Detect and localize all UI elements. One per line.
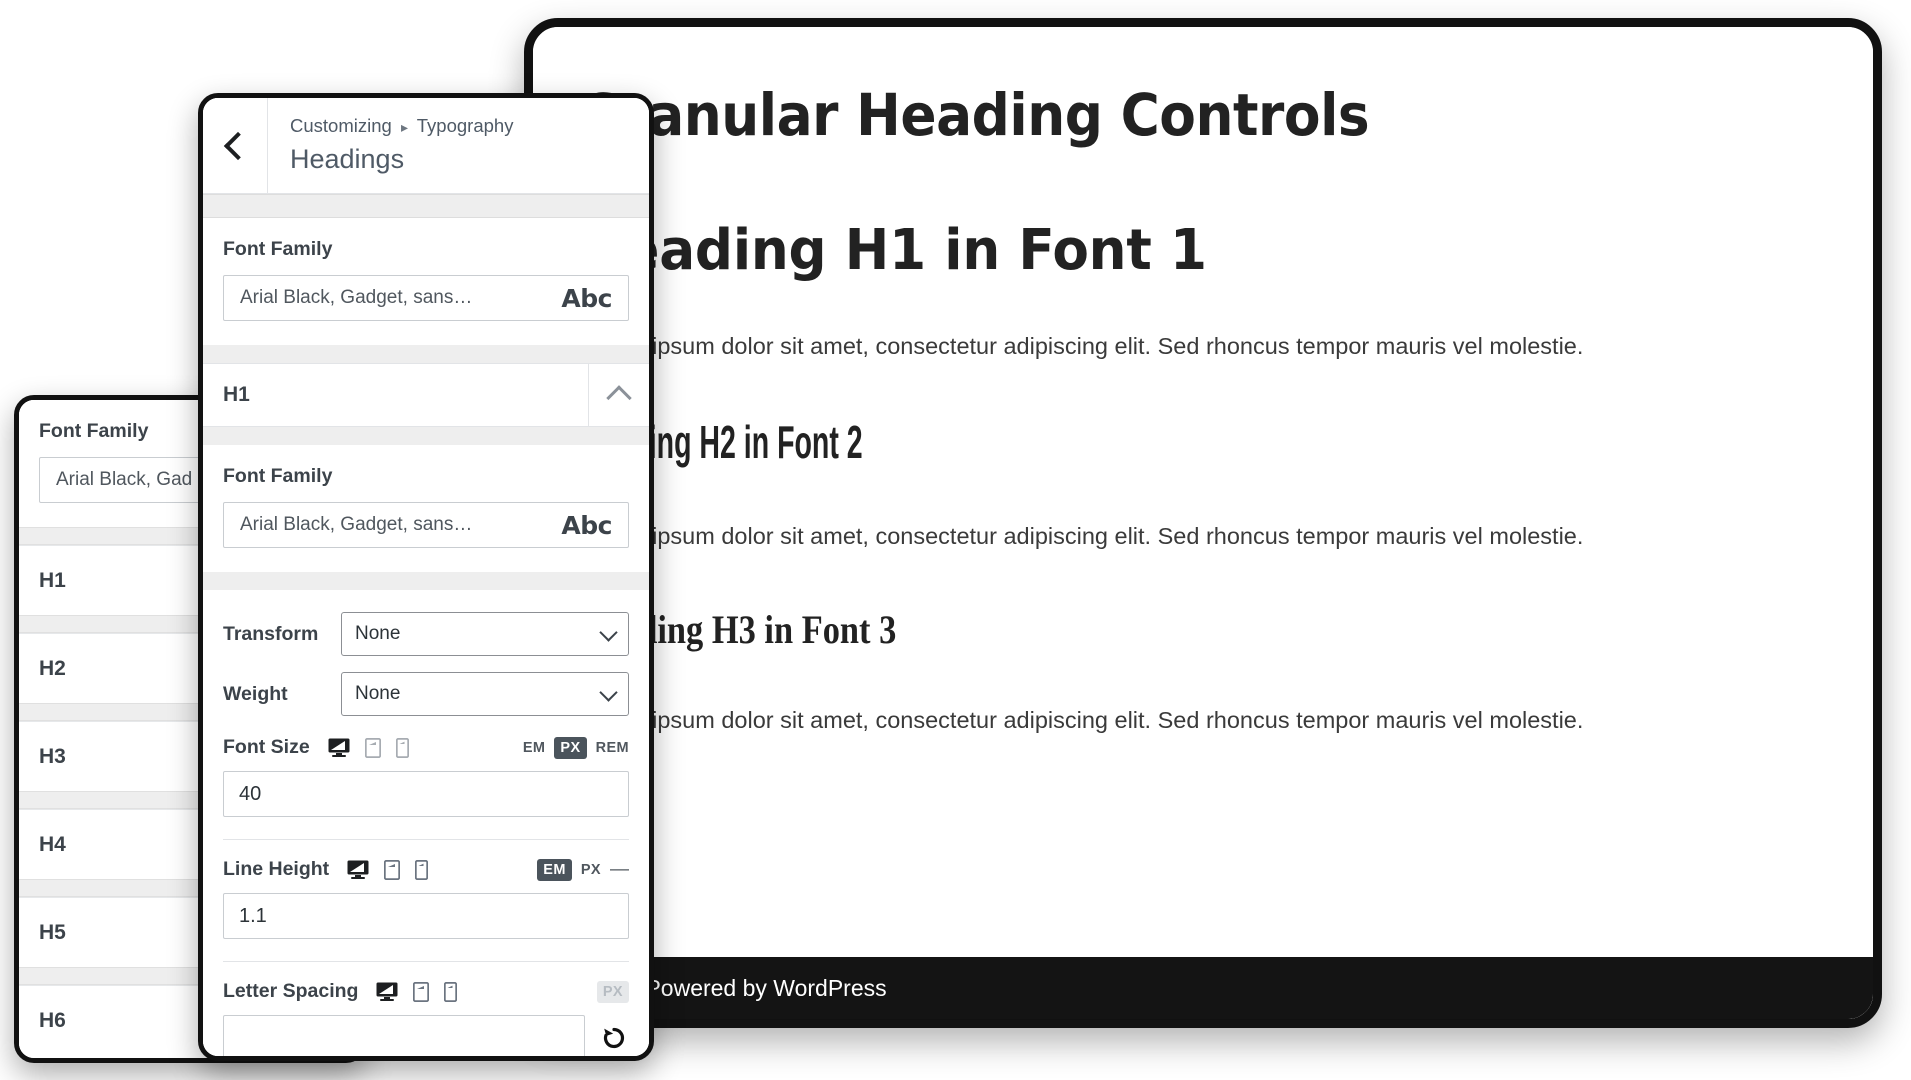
weight-value: None: [355, 683, 401, 704]
h1-font-family-label: Font Family: [223, 465, 333, 487]
unit-px[interactable]: PX: [554, 736, 587, 759]
preview-heading-h2: Heading H2 in Font 2: [579, 415, 863, 468]
font-size-input[interactable]: 40: [223, 771, 629, 817]
site-preview-window: Granular Heading Controls Heading H1 in …: [524, 18, 1882, 1028]
back-button[interactable]: [203, 98, 268, 193]
letter-spacing-unit-group: PX: [596, 980, 629, 1003]
section-gap: [203, 194, 649, 218]
preview-heading-h1: Heading H1 in Font 1: [579, 217, 1207, 283]
font-size-device-group: [328, 737, 409, 758]
chevron-up-icon: [606, 385, 632, 411]
global-font-family-preview: Abc: [561, 283, 612, 313]
line-height-device-group: [347, 859, 429, 880]
unit-px[interactable]: PX: [581, 862, 601, 878]
breadcrumb: Customizing ▸ Typography: [290, 114, 513, 138]
screenshot-stage: Granular Heading Controls Heading H1 in …: [0, 0, 1911, 1080]
accordion-h1-toggle[interactable]: [588, 364, 649, 426]
accordion-h1-label: H1: [223, 383, 250, 406]
headings-panel-inner: Customizing ▸ Typography Headings Font F…: [203, 98, 649, 1056]
letter-spacing-row: [223, 1015, 629, 1056]
customizer-header: Customizing ▸ Typography Headings: [203, 98, 649, 194]
transform-row: Transform None: [223, 612, 629, 656]
mobile-icon[interactable]: [444, 981, 458, 1002]
breadcrumb-separator-icon: ▸: [400, 119, 408, 135]
transform-value: None: [355, 623, 401, 644]
reset-icon[interactable]: [599, 1023, 629, 1053]
section-gap: [203, 427, 649, 445]
unit-em[interactable]: EM: [523, 740, 546, 756]
line-height-label: Line Height: [223, 858, 330, 880]
line-height-input[interactable]: 1.1: [223, 893, 629, 939]
transform-select[interactable]: None: [341, 612, 629, 656]
desktop-icon[interactable]: [376, 982, 398, 1001]
letter-spacing-header: Letter Spacing PX: [223, 980, 629, 1003]
accordion-h1[interactable]: H1: [203, 363, 649, 427]
tablet-icon[interactable]: [384, 859, 401, 880]
chevron-left-icon: [223, 131, 252, 160]
tablet-icon[interactable]: [364, 737, 381, 758]
line-height-unit-group: EM PX —: [537, 858, 629, 881]
chevron-down-icon: [599, 682, 618, 702]
unit-rem[interactable]: REM: [596, 740, 629, 756]
font-size-header: Font Size EM PX REM: [223, 736, 629, 759]
header-text-block: Customizing ▸ Typography Headings: [268, 98, 513, 193]
font-size-label: Font Size: [223, 736, 310, 758]
global-font-family-value: Arial Black, Gadget, sans…: [240, 287, 473, 308]
mobile-icon[interactable]: [415, 859, 429, 880]
page-title: Headings: [290, 144, 405, 175]
preview-heading-h3: Heading H3 in Font 3: [579, 606, 897, 652]
preview-paragraph-1: Lorem ipsum dolor sit amet, consectetur …: [579, 333, 1584, 360]
weight-select[interactable]: None: [341, 672, 629, 716]
preview-paragraph-3: Lorem ipsum dolor sit amet, consectetur …: [579, 706, 1584, 733]
control-divider: [223, 839, 629, 840]
line-height-header: Line Height EM PX —: [223, 858, 629, 881]
unit-em[interactable]: EM: [537, 858, 572, 881]
section-gap: [203, 345, 649, 363]
global-font-family-label: Font Family: [223, 238, 333, 260]
preview-site-title: Granular Heading Controls: [579, 81, 1370, 149]
breadcrumb-parent[interactable]: Customizing: [290, 115, 392, 136]
global-font-family-section: Font Family Arial Black, Gadget, sans… A…: [203, 218, 649, 345]
h1-font-family-value: Arial Black, Gadget, sans…: [240, 514, 473, 535]
section-gap: [203, 572, 649, 590]
chevron-down-icon: [599, 622, 618, 642]
font-size-unit-group: EM PX REM: [523, 736, 629, 759]
h1-controls-section: Transform None Weight None Font Size EM …: [203, 590, 649, 1056]
control-divider: [223, 961, 629, 962]
headings-customizer-panel: Customizing ▸ Typography Headings Font F…: [198, 93, 654, 1061]
transform-label: Transform: [223, 622, 319, 645]
h1-font-family-input[interactable]: Arial Black, Gadget, sans… Abc: [223, 502, 629, 548]
mobile-icon[interactable]: [395, 737, 409, 758]
tablet-icon[interactable]: [413, 981, 430, 1002]
weight-label: Weight: [223, 682, 288, 705]
unit-px[interactable]: PX: [596, 980, 629, 1003]
back-font-family-value: Arial Black, Gad: [56, 469, 193, 490]
h1-font-family-section: Font Family Arial Black, Gadget, sans… A…: [203, 445, 649, 572]
desktop-icon[interactable]: [347, 860, 369, 879]
letter-spacing-label: Letter Spacing: [223, 980, 359, 1002]
desktop-icon[interactable]: [328, 738, 350, 757]
breadcrumb-current: Typography: [416, 115, 514, 136]
unit-none[interactable]: —: [610, 860, 629, 879]
h1-font-family-preview: Abc: [561, 510, 612, 540]
preview-paragraph-2: Lorem ipsum dolor sit amet, consectetur …: [579, 523, 1584, 550]
letter-spacing-device-group: [376, 981, 458, 1002]
global-font-family-input[interactable]: Arial Black, Gadget, sans… Abc: [223, 275, 629, 321]
weight-row: Weight None: [223, 672, 629, 716]
letter-spacing-input[interactable]: [223, 1015, 585, 1056]
site-preview-content: Granular Heading Controls Heading H1 in …: [533, 27, 1873, 1019]
preview-site-footer: Neve | Powered by WordPress: [533, 957, 1873, 1019]
